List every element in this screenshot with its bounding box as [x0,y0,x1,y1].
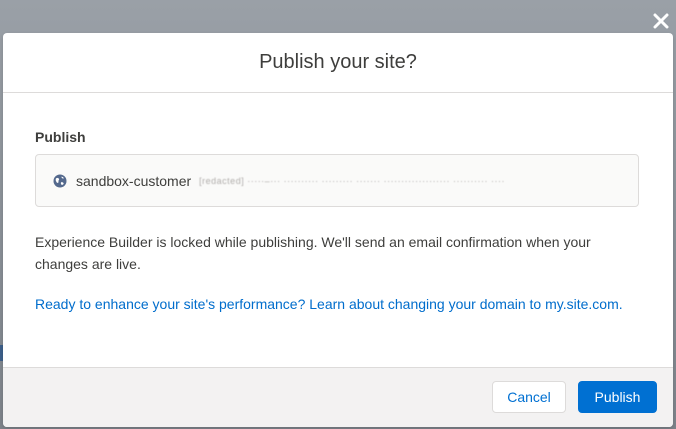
cancel-button[interactable]: Cancel [492,381,566,413]
close-modal-button[interactable] [650,10,672,32]
publish-info-text: Experience Builder is locked while publi… [35,234,591,272]
modal-header: Publish your site? [3,33,673,93]
site-info-box: sandbox-customer [redacted] ·····–··· ··… [35,154,639,207]
site-url-redacted: [redacted] ·····–··· ·········· ········… [199,175,506,186]
modal-footer: Cancel Publish [3,367,673,427]
modal-body: Publish sandbox-customer [redacted] ····… [3,93,673,367]
domain-change-link[interactable]: Ready to enhance your site's performance… [35,293,645,315]
modal-title: Publish your site? [259,51,417,73]
globe-icon [53,174,67,188]
publish-button[interactable]: Publish [578,381,657,413]
publish-modal: Publish your site? Publish sandbox-custo… [3,33,673,427]
close-icon [653,13,669,29]
site-name: sandbox-customer [76,172,192,189]
publish-section-label: Publish [35,129,86,145]
